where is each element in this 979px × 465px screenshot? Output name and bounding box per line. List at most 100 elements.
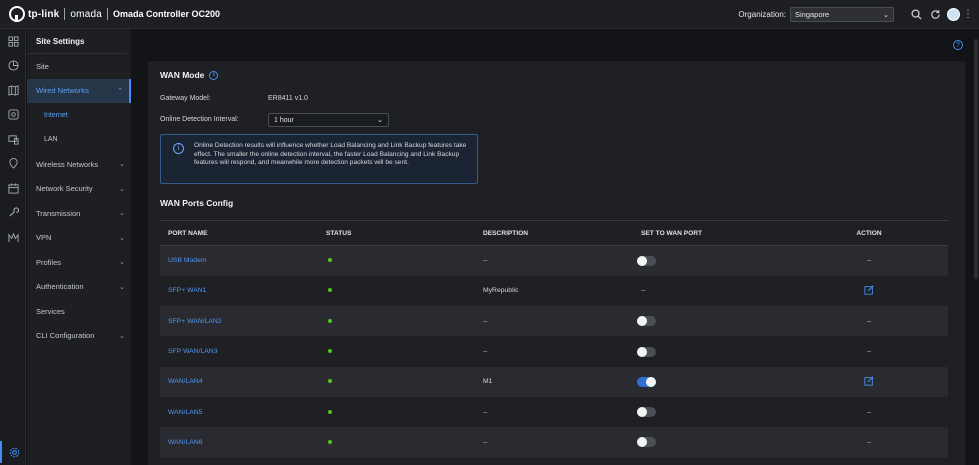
menu-item-cli-configuration[interactable]: CLI Configuration ⌄ <box>27 324 131 349</box>
port-description: -- <box>475 245 633 276</box>
calendar-icon[interactable] <box>0 176 26 201</box>
port-name-link[interactable]: WAN/LAN6 <box>168 439 203 446</box>
refresh-icon[interactable] <box>928 8 942 22</box>
status-online-icon <box>328 409 332 414</box>
menu-item-label: Network Security <box>36 184 93 194</box>
brand-name: tp-link <box>28 8 60 20</box>
dashboard-icon[interactable] <box>0 29 26 54</box>
table-row: WAN/LAN5 -- -- <box>160 397 948 427</box>
column-header-description[interactable]: DESCRIPTION <box>475 220 633 246</box>
table-row: WAN/LAN4 M1 <box>160 366 948 397</box>
wan-port-value: -- <box>641 287 646 295</box>
menu-item-wired-networks[interactable]: Wired Networks ⌃ <box>27 78 131 103</box>
port-name-link[interactable]: SFP+ WAN1 <box>168 287 206 294</box>
wan-port-toggle[interactable] <box>637 316 656 327</box>
top-bar: tp-link omada Omada Controller OC200 Org… <box>0 0 979 29</box>
menu-item-label: LAN <box>44 136 58 144</box>
tplink-logo[interactable]: tp-link omada Omada Controller OC200 <box>0 0 220 29</box>
wan-port-toggle[interactable] <box>637 346 656 357</box>
column-header-set-to-wan-port[interactable]: SET TO WAN PORT <box>633 220 790 246</box>
menu-item-authentication[interactable]: Authentication ⌄ <box>27 275 131 300</box>
insights-icon[interactable] <box>0 225 26 250</box>
main-content: ? WAN Mode i Gateway Model: ER8411 v1.0 … <box>131 29 979 465</box>
edit-icon[interactable] <box>864 376 874 386</box>
edit-icon[interactable] <box>864 285 874 295</box>
wan-mode-title: WAN Mode i <box>160 70 219 80</box>
status-online-icon <box>328 379 332 384</box>
port-name-link[interactable]: USB Modem <box>168 257 207 264</box>
devices-icon[interactable] <box>0 103 26 128</box>
status-online-icon <box>328 288 332 293</box>
status-online-icon <box>328 349 332 354</box>
internet-settings-card: WAN Mode i Gateway Model: ER8411 v1.0 On… <box>148 61 965 465</box>
chevron-up-icon: ⌃ <box>117 87 123 95</box>
table-header-row: PORT NAME STATUS DESCRIPTION SET TO WAN … <box>160 220 948 246</box>
port-description: -- <box>483 348 488 356</box>
title-divider <box>106 8 108 20</box>
online-detection-interval-label: Online Detection Interval: <box>160 116 239 123</box>
chevron-down-icon: ⌄ <box>119 283 125 291</box>
port-name-link[interactable]: SFP+ WAN/LAN2 <box>168 318 222 325</box>
statistics-icon[interactable] <box>0 54 26 79</box>
scrollbar[interactable] <box>974 39 978 279</box>
menu-item-label: Wireless Networks <box>36 159 99 169</box>
online-detection-interval-select[interactable]: 1 hour ⌄ <box>268 113 389 127</box>
port-description: -- <box>475 306 633 337</box>
column-header-port-name[interactable]: PORT NAME <box>160 220 318 246</box>
chevron-down-icon: ⌄ <box>119 259 125 267</box>
search-icon[interactable] <box>909 8 923 22</box>
clients-icon[interactable] <box>0 127 26 152</box>
organization-select[interactable]: Singapore ⌄ <box>790 7 894 22</box>
menu-item-vpn[interactable]: VPN ⌄ <box>27 226 131 251</box>
menu-item-internet[interactable]: Internet <box>27 103 131 128</box>
wan-ports-config-title-text: WAN Ports Config <box>160 198 234 208</box>
menu-item-label: VPN <box>36 233 52 243</box>
status-online-icon <box>328 318 332 323</box>
avatar[interactable] <box>947 8 960 21</box>
port-name-link[interactable]: WAN/LAN4 <box>168 378 203 385</box>
info-icon[interactable]: i <box>209 70 219 80</box>
menu-item-services[interactable]: Services <box>27 299 131 324</box>
settings-icon[interactable] <box>0 441 26 463</box>
table-row: SFP+ WAN1 MyRepublic -- <box>160 276 948 306</box>
map-icon[interactable] <box>0 78 26 103</box>
wan-port-toggle[interactable] <box>637 437 656 448</box>
tools-icon[interactable] <box>0 201 26 226</box>
port-name-link[interactable]: WAN/LAN5 <box>168 409 203 416</box>
help-icon[interactable]: ? <box>953 40 963 50</box>
menu-item-transmission[interactable]: Transmission ⌄ <box>27 201 131 226</box>
chevron-down-icon: ⌄ <box>119 185 125 193</box>
menu-item-label: Services <box>36 306 65 316</box>
menu-item-network-security[interactable]: Network Security ⌄ <box>27 177 131 202</box>
column-header-action[interactable]: ACTION <box>790 220 948 246</box>
table-row: SFP+ WAN/LAN2 -- -- <box>160 306 948 337</box>
menu-item-wireless-networks[interactable]: Wireless Networks ⌄ <box>27 152 131 177</box>
chevron-down-icon: ⌄ <box>119 210 125 218</box>
menu-item-lan[interactable]: LAN <box>27 128 131 153</box>
gateway-model-value: ER8411 v1.0 <box>268 95 308 102</box>
wan-port-toggle[interactable] <box>637 255 656 266</box>
gateway-model-label: Gateway Model: <box>160 95 211 102</box>
column-header-status[interactable]: STATUS <box>318 220 475 246</box>
port-name-link[interactable]: SFP WAN/LAN3 <box>168 348 217 355</box>
wan-port-toggle[interactable] <box>637 407 656 418</box>
info-icon: i <box>173 143 184 154</box>
organization-value: Singapore <box>795 10 830 19</box>
menu-item-label: Transmission <box>36 208 81 218</box>
table-row: WAN/LAN6 -- -- <box>160 427 948 458</box>
wan-mode-title-text: WAN Mode <box>160 70 205 80</box>
online-detection-notice: i Online Detection results will influenc… <box>160 134 478 184</box>
chevron-down-icon: ⌄ <box>377 117 383 124</box>
location-icon[interactable] <box>0 152 26 177</box>
chevron-down-icon: ⌄ <box>119 234 125 242</box>
chevron-down-icon: ⌄ <box>882 10 889 19</box>
port-description: M1 <box>475 366 633 397</box>
more-options-icon[interactable]: ⋮ <box>963 8 973 22</box>
wan-port-toggle[interactable] <box>637 376 656 387</box>
status-online-icon <box>328 258 332 263</box>
menu-item-profiles[interactable]: Profiles ⌄ <box>27 250 131 275</box>
port-description: MyRepublic <box>483 287 519 295</box>
menu-item-site[interactable]: Site <box>27 54 131 79</box>
port-description: -- <box>475 427 633 458</box>
action-none: -- <box>866 408 872 416</box>
